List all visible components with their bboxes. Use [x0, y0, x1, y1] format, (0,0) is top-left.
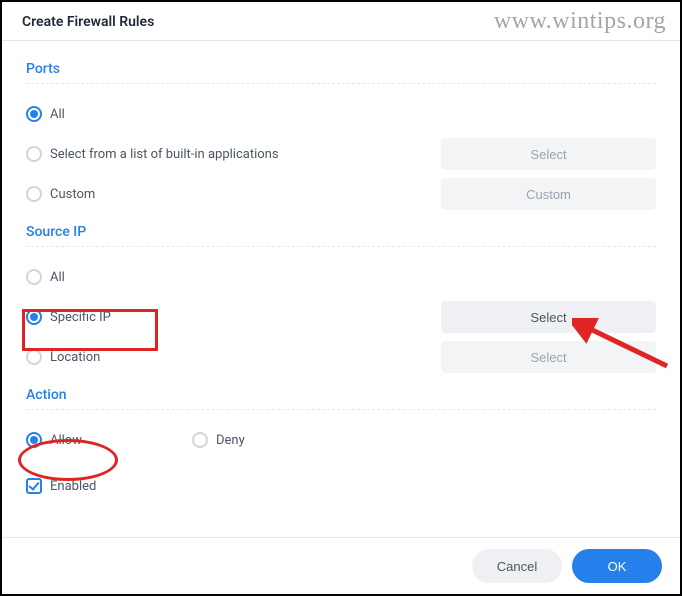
action-option-row: Allow Deny	[26, 420, 656, 460]
radio-label: All	[50, 107, 65, 122]
dialog-header: Create Firewall Rules	[2, 2, 680, 41]
divider	[26, 409, 656, 410]
radio-icon	[26, 349, 42, 365]
enabled-row: Enabled	[26, 466, 656, 506]
radio-icon	[26, 186, 42, 202]
cancel-button[interactable]: Cancel	[472, 549, 562, 583]
dialog-title: Create Firewall Rules	[22, 14, 660, 30]
divider	[26, 246, 656, 247]
radio-icon	[26, 269, 42, 285]
checkbox-icon	[26, 478, 42, 494]
enabled-checkbox[interactable]: Enabled	[26, 478, 96, 494]
firewall-rules-dialog: Create Firewall Rules Ports All Select f…	[0, 0, 682, 596]
ports-radio-custom[interactable]: Custom	[26, 186, 95, 202]
source-ip-radio-all[interactable]: All	[26, 269, 65, 285]
radio-label: Deny	[216, 433, 245, 448]
radio-label: All	[50, 270, 65, 285]
radio-icon	[26, 106, 42, 122]
radio-icon	[192, 432, 208, 448]
section-title-source-ip: Source IP	[26, 224, 656, 240]
source-ip-option-all-row: All	[26, 257, 656, 297]
radio-icon	[26, 146, 42, 162]
ports-option-custom-row: Custom Custom	[26, 174, 656, 214]
section-title-action: Action	[26, 387, 656, 403]
dialog-body: Ports All Select from a list of built-in…	[2, 41, 680, 506]
dialog-footer: Cancel OK	[2, 537, 680, 594]
ports-radio-all[interactable]: All	[26, 106, 65, 122]
radio-label: Custom	[50, 187, 95, 202]
radio-label: Allow	[50, 433, 82, 448]
radio-label: Specific IP	[50, 310, 111, 325]
source-ip-location-select-button[interactable]: Select	[441, 341, 656, 373]
ports-custom-button[interactable]: Custom	[441, 178, 656, 210]
ports-option-builtins-row: Select from a list of built-in applicati…	[26, 134, 656, 174]
radio-label: Location	[50, 350, 100, 365]
divider	[26, 83, 656, 84]
radio-label: Select from a list of built-in applicati…	[50, 147, 279, 162]
checkbox-label: Enabled	[50, 479, 96, 494]
radio-icon	[26, 309, 42, 325]
source-ip-radio-location[interactable]: Location	[26, 349, 100, 365]
action-radio-deny[interactable]: Deny	[192, 432, 245, 448]
source-ip-option-location-row: Location Select	[26, 337, 656, 377]
ports-option-all-row: All	[26, 94, 656, 134]
source-ip-specific-select-button[interactable]: Select	[441, 301, 656, 333]
ports-builtins-select-button[interactable]: Select	[441, 138, 656, 170]
ok-button[interactable]: OK	[572, 549, 662, 583]
action-radio-allow[interactable]: Allow	[26, 432, 82, 448]
section-title-ports: Ports	[26, 61, 656, 77]
source-ip-radio-specific[interactable]: Specific IP	[26, 309, 111, 325]
source-ip-option-specific-row: Specific IP Select	[26, 297, 656, 337]
radio-icon	[26, 432, 42, 448]
ports-radio-builtins[interactable]: Select from a list of built-in applicati…	[26, 146, 279, 162]
